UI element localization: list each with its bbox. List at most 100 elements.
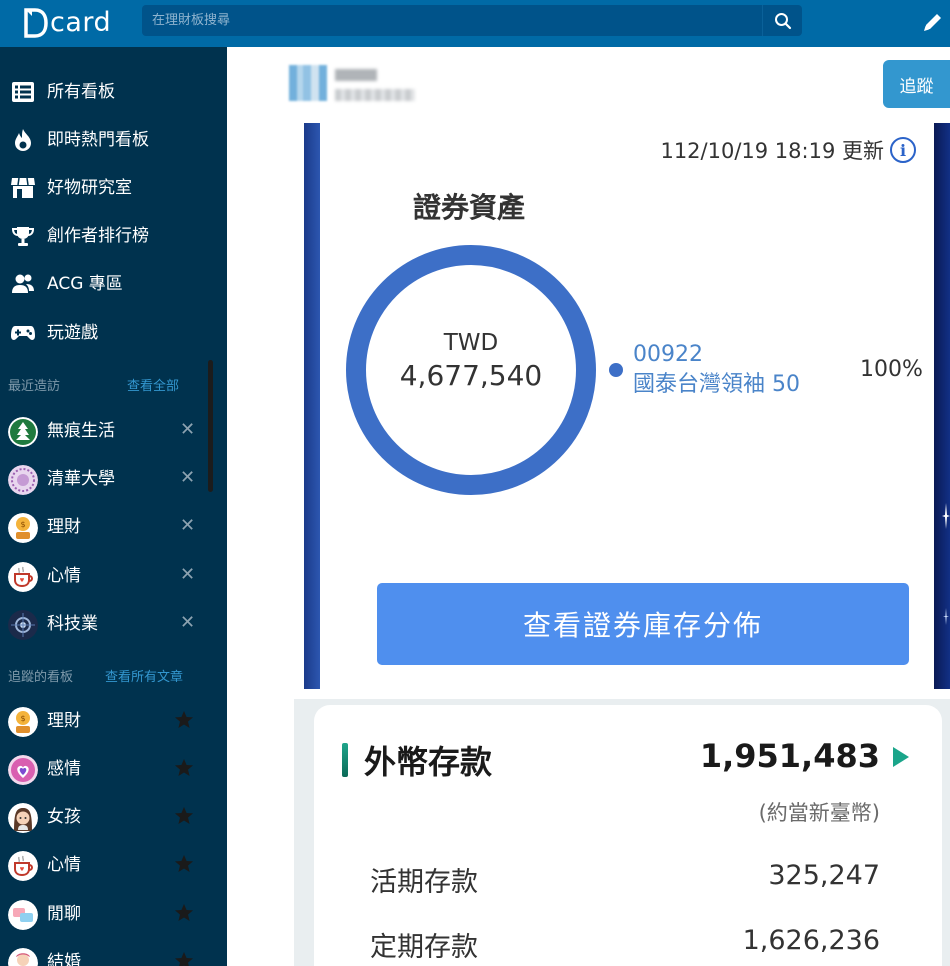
svg-text:$: $ (20, 520, 25, 529)
star-icon[interactable] (174, 710, 194, 730)
sidebar-item-label: 創作者排行榜 (47, 226, 149, 246)
sidebar-item-label: 好物研究室 (47, 178, 132, 198)
fx-note: (約當新臺幣) (758, 801, 880, 825)
deposit-row-label: 活期存款 (370, 867, 478, 898)
title-accent-bar (342, 743, 348, 777)
sidebar-item-label: 閒聊 (47, 904, 81, 924)
sidebar-item-shop[interactable]: 好物研究室 (0, 168, 227, 208)
sidebar-item-recent[interactable]: 清華大學 ✕ (0, 459, 227, 499)
sidebar-item-following[interactable]: 女孩 (0, 797, 227, 837)
close-icon[interactable]: ✕ (180, 566, 195, 584)
board-avatar (8, 948, 38, 966)
holding-name: 國泰台灣領袖 50 (633, 372, 800, 397)
sidebar-item-acg[interactable]: ACG 專區 (0, 264, 227, 304)
fx-deposit-card: 外幣存款 1,951,483 (約當新臺幣) 活期存款 325,247 定期存款… (314, 705, 942, 966)
star-icon[interactable] (174, 758, 194, 778)
deposit-row-value: 1,626,236 (742, 925, 880, 956)
board-avatar (8, 417, 38, 447)
image-edge (934, 123, 950, 689)
sidebar-item-label: 玩遊戲 (47, 323, 98, 343)
flame-icon (10, 128, 36, 152)
sidebar-item-recent[interactable]: 心情 ✕ (0, 556, 227, 596)
securities-panel: 112/10/19 18:19 更新 i 證券資產 TWD 4,677,540 … (320, 123, 934, 689)
legend-dot (609, 363, 623, 377)
sidebar-item-following[interactable]: 感情 (0, 749, 227, 789)
deposit-row-value: 325,247 (768, 860, 880, 891)
sidebar-item-following[interactable]: 結婚 (0, 942, 227, 966)
logo-text: card (50, 7, 112, 38)
close-icon[interactable]: ✕ (180, 517, 195, 535)
total-amount: 4,677,540 (399, 359, 543, 392)
view-distribution-button: 查看證券庫存分佈 (377, 583, 909, 665)
dcard-logo[interactable]: card (24, 5, 111, 41)
sidebar: 所有看板 即時熱門看板 好物研究室 創作者排行榜 ACG 專區 玩遊戲 最近造訪… (0, 47, 227, 966)
star-icon[interactable] (174, 806, 194, 826)
currency-label: TWD (443, 330, 499, 356)
holding-percent: 100% (860, 357, 923, 382)
sidebar-item-all-boards[interactable]: 所有看板 (0, 72, 227, 112)
sidebar-item-label: ACG 專區 (47, 274, 123, 294)
board-avatar (8, 803, 38, 833)
sidebar-item-following[interactable]: $ 理財 (0, 701, 227, 741)
deposit-row-label: 定期存款 (370, 932, 478, 963)
board-avatar (8, 465, 38, 495)
close-icon[interactable]: ✕ (180, 614, 195, 632)
sidebar-item-creator-ranking[interactable]: 創作者排行榜 (0, 216, 227, 256)
sidebar-item-label: 女孩 (47, 807, 81, 827)
sidebar-scrollbar[interactable] (208, 360, 213, 492)
trophy-icon (10, 224, 36, 248)
following-section-title: 追蹤的看板 (8, 670, 74, 685)
gamepad-icon (10, 321, 36, 345)
sidebar-item-label: 理財 (47, 711, 81, 731)
sidebar-item-label: 心情 (47, 566, 81, 586)
users-icon (10, 272, 36, 296)
sidebar-item-hot-boards[interactable]: 即時熱門看板 (0, 120, 227, 160)
sidebar-item-label: 結婚 (47, 952, 81, 966)
write-post-button[interactable] (920, 9, 946, 35)
sidebar-item-recent[interactable]: 科技業 ✕ (0, 604, 227, 644)
play-arrow-icon (893, 747, 909, 767)
author-name[interactable] (335, 69, 377, 81)
star-icon[interactable] (174, 854, 194, 874)
sidebar-item-following[interactable]: 心情 (0, 845, 227, 885)
info-icon: i (890, 137, 916, 163)
fx-total: 1,951,483 (699, 737, 880, 775)
board-avatar: $ (8, 707, 38, 737)
sidebar-item-label: 理財 (47, 517, 81, 537)
sidebar-item-recent[interactable]: 無痕生活 ✕ (0, 411, 227, 451)
close-icon[interactable]: ✕ (180, 421, 195, 439)
pencil-icon (924, 14, 941, 31)
post-content: 追蹤 112/10/19 18:19 更新 i 證券資產 TWD 4,677,5… (227, 47, 950, 966)
holding-code: 00922 (633, 342, 703, 367)
author-meta (335, 89, 415, 101)
dcard-logo-icon (24, 8, 48, 38)
star-icon[interactable] (174, 951, 194, 966)
search-icon (774, 12, 791, 29)
view-all-posts-link[interactable]: 查看所有文章 (105, 666, 183, 685)
following-section-header: 追蹤的看板 查看所有文章 (0, 663, 227, 685)
list-icon (10, 80, 36, 104)
sidebar-item-games[interactable]: 玩遊戲 (0, 313, 227, 353)
timestamp-text: 112/10/19 18:19 更新 (660, 139, 884, 163)
search-button[interactable] (762, 5, 802, 36)
close-icon[interactable]: ✕ (180, 469, 195, 487)
fx-title: 外幣存款 (364, 743, 493, 781)
follow-button[interactable]: 追蹤 (883, 60, 950, 108)
view-all-recent-link[interactable]: 查看全部 (127, 375, 179, 394)
post-image-securities: 112/10/19 18:19 更新 i 證券資產 TWD 4,677,540 … (304, 123, 950, 689)
board-avatar (8, 562, 38, 592)
image-edge (304, 123, 320, 689)
sidebar-item-label: 清華大學 (47, 469, 115, 489)
sidebar-item-label: 感情 (47, 759, 81, 779)
search-input[interactable] (142, 5, 762, 36)
update-timestamp: 112/10/19 18:19 更新 i (660, 135, 916, 165)
author-avatar[interactable] (289, 65, 327, 101)
board-avatar (8, 755, 38, 785)
star-icon[interactable] (174, 903, 194, 923)
store-icon (10, 176, 36, 200)
sidebar-item-recent[interactable]: $ 理財 ✕ (0, 507, 227, 547)
board-avatar (8, 610, 38, 640)
sidebar-item-following[interactable]: 閒聊 (0, 894, 227, 934)
recent-section-header: 最近造訪 查看全部 (0, 372, 227, 394)
board-avatar (8, 900, 38, 930)
